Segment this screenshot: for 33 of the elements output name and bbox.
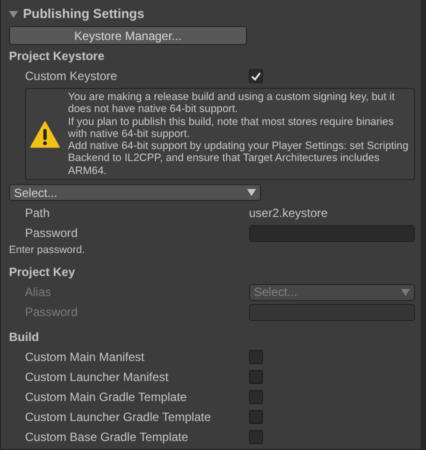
field-label: Password <box>24 225 79 242</box>
warning-text: If you plan to publish this build, note that most stores require binaries with native 64-bit support. <box>68 116 395 140</box>
warning-icon <box>30 120 60 148</box>
field-label: Custom Main Gradle Template <box>24 389 188 406</box>
checkbox[interactable] <box>249 410 263 424</box>
field-label: Alias <box>24 284 52 302</box>
field-label: Path <box>24 205 51 222</box>
section-heading: Project Keystore <box>9 48 106 65</box>
password-field[interactable] <box>249 224 415 242</box>
checkbox[interactable] <box>249 350 263 364</box>
field-label: Custom Keystore <box>24 68 118 85</box>
dropdown-value: Select... <box>14 184 58 202</box>
hint-text: Enter password. <box>9 243 86 258</box>
checkbox[interactable] <box>249 370 263 384</box>
dropdown-caret-icon <box>401 288 410 296</box>
field-label: Password <box>24 304 79 322</box>
warning-text: Add native 64-bit support by updating your Player Settings: set Scripting Backend to IL2CPP, and ensure that Target Architectures includes ARM64. <box>68 140 410 178</box>
checkbox[interactable] <box>249 430 263 444</box>
dropdown-caret-icon <box>247 189 256 196</box>
dropdown-value: Select... <box>254 284 298 302</box>
checkbox[interactable] <box>249 390 263 404</box>
section-heading: Project Key <box>9 264 76 282</box>
keystore-dropdown[interactable]: Select... <box>9 184 261 202</box>
field-label: Custom Main Manifest <box>24 349 146 366</box>
field-label: Custom Base Gradle Template <box>24 429 190 446</box>
section-heading: Build <box>9 329 40 346</box>
path-value: user2.keystore <box>249 205 328 222</box>
checkbox[interactable] <box>249 69 263 83</box>
field-label: Custom Launcher Manifest <box>24 369 170 386</box>
field-label: Custom Launcher Gradle Template <box>24 409 212 426</box>
section-title: Publishing Settings <box>23 5 144 24</box>
keystore-manager-button[interactable]: Keystore Manager... <box>9 26 247 45</box>
warning-text: You are making a release build and using a custom signing key, but it does not have native 64-bit support. <box>68 91 396 116</box>
